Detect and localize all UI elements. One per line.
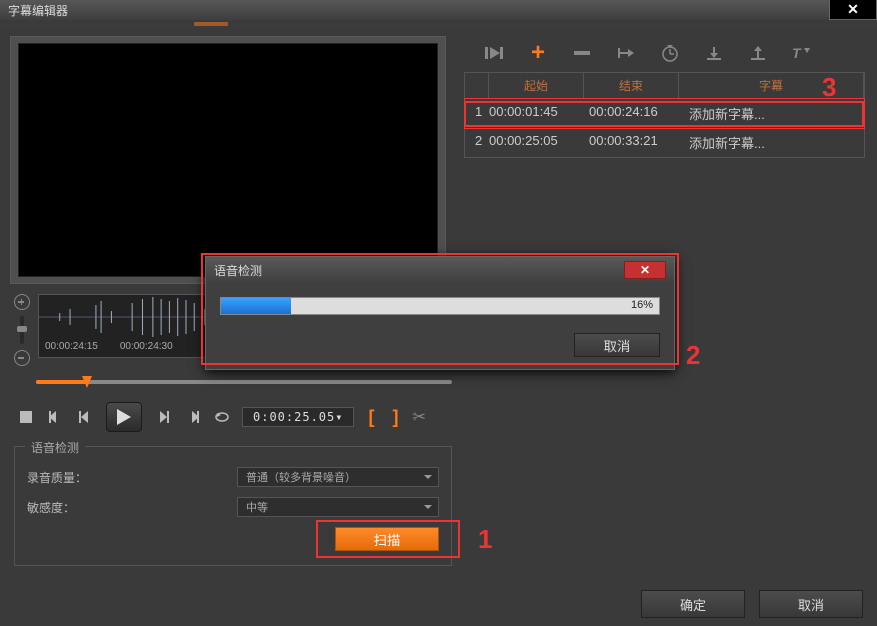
export-icon[interactable] [746, 42, 770, 64]
row-text: 添加新字幕... [689, 133, 864, 152]
row-idx: 1 [475, 104, 489, 123]
dialog-title: 语音检测 [214, 262, 262, 279]
zoom-in-icon[interactable] [14, 294, 30, 310]
window-title: 字幕编辑器 [8, 2, 68, 19]
sensitivity-select[interactable]: 中等 [237, 497, 439, 517]
subtitle-header: 起始 结束 字幕 [465, 73, 864, 99]
table-row[interactable]: 200:00:25:0500:00:33:21添加新字幕... [465, 128, 864, 157]
group-legend: 语音检测 [25, 439, 85, 456]
subtitle-toolbar: + T [464, 36, 865, 72]
stop-button[interactable] [16, 407, 36, 427]
progress-bar: 16% [220, 297, 660, 315]
annotation-num-2: 2 [686, 340, 700, 371]
svg-text:T: T [792, 45, 802, 61]
table-row[interactable]: 100:00:01:4500:00:24:16添加新字幕... [465, 99, 864, 128]
title-bar: 字幕编辑器 ✕ [0, 0, 877, 20]
time-mark: 00:00:24:30 [120, 341, 173, 352]
dialog-cancel-button[interactable]: 取消 [574, 333, 660, 357]
timeline[interactable] [36, 376, 452, 388]
top-strip [0, 20, 877, 28]
next-button[interactable] [182, 407, 202, 427]
voice-detect-group: 语音检测 录音质量： 普通（较多背景噪音） 敏感度： 中等 扫描 [14, 446, 452, 566]
footer-buttons: 确定 取消 [641, 590, 863, 618]
row-end: 00:00:24:16 [589, 104, 689, 123]
zoom-column [10, 294, 34, 366]
playback-controls: 0:00:25.05▾ [ ] ✂ [16, 402, 454, 432]
hdr-end[interactable]: 结束 [584, 73, 679, 98]
remove-subtitle-icon[interactable] [570, 42, 594, 64]
zoom-slider[interactable] [20, 316, 24, 344]
quality-label: 录音质量： [27, 469, 237, 486]
prev-button[interactable] [46, 407, 66, 427]
text-style-icon[interactable]: T [790, 42, 814, 64]
dialog-close-button[interactable]: ✕ [624, 261, 666, 279]
import-icon[interactable] [702, 42, 726, 64]
cut-button[interactable]: ✂ [412, 407, 425, 427]
window-close-button[interactable]: ✕ [829, 0, 877, 20]
time-mark: 00:00:24:15 [45, 341, 98, 352]
zoom-out-icon[interactable] [14, 350, 30, 366]
dialog-titlebar[interactable]: 语音检测 ✕ [206, 257, 674, 283]
play-seg-icon[interactable] [482, 42, 506, 64]
annotation-num-1: 1 [478, 524, 492, 555]
ok-button[interactable]: 确定 [641, 590, 745, 618]
row-text: 添加新字幕... [689, 104, 864, 123]
row-start: 00:00:25:05 [489, 133, 589, 152]
subtitle-table: 起始 结束 字幕 100:00:01:4500:00:24:16添加新字幕...… [464, 72, 865, 158]
progress-dialog: 语音检测 ✕ 16% 取消 [205, 256, 675, 370]
preview-frame [10, 36, 446, 284]
play-button[interactable] [106, 402, 142, 432]
loop-button[interactable] [212, 407, 232, 427]
scan-button[interactable]: 扫描 [335, 527, 439, 551]
progress-percent: 16% [631, 299, 653, 311]
step-fwd-button[interactable] [152, 407, 172, 427]
row-end: 00:00:33:21 [589, 133, 689, 152]
sensitivity-label: 敏感度： [27, 499, 237, 516]
timecode-display[interactable]: 0:00:25.05▾ [242, 407, 354, 427]
annotation-num-3: 3 [822, 72, 836, 103]
step-back-button[interactable] [76, 407, 96, 427]
quality-select[interactable]: 普通（较多背景噪音） [237, 467, 439, 487]
mark-out-button[interactable]: ] [392, 407, 398, 428]
merge-icon[interactable] [614, 42, 638, 64]
row-start: 00:00:01:45 [489, 104, 589, 123]
row-idx: 2 [475, 133, 489, 152]
time-shift-icon[interactable] [658, 42, 682, 64]
hdr-idx [465, 73, 489, 98]
mark-in-button[interactable]: [ [368, 407, 374, 428]
video-preview[interactable] [18, 43, 438, 277]
hdr-start[interactable]: 起始 [489, 73, 584, 98]
cancel-button[interactable]: 取消 [759, 590, 863, 618]
add-subtitle-icon[interactable]: + [526, 42, 550, 64]
